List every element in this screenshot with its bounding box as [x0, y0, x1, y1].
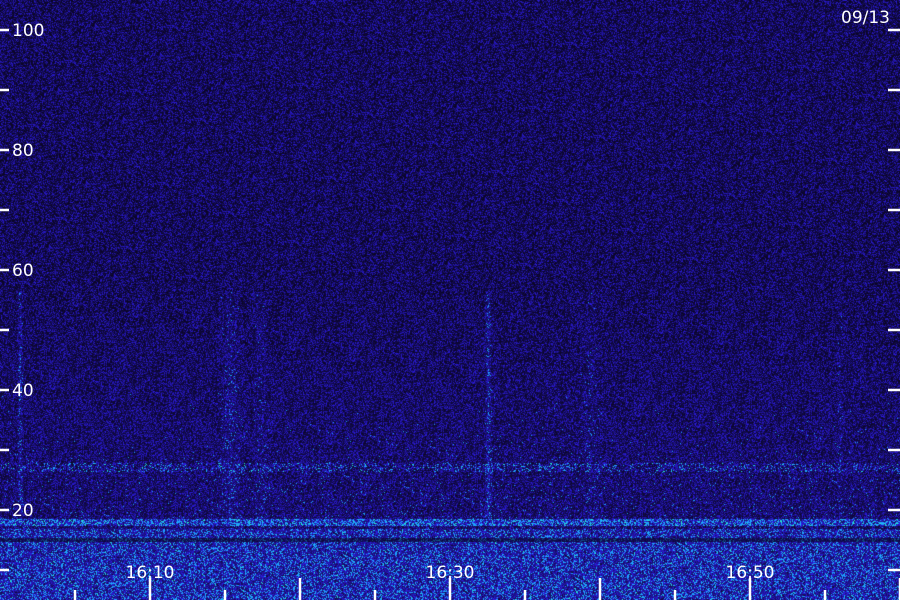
y-tick-label: 20 — [12, 501, 34, 521]
spectrogram-chart: 20 40 60 80 100 16:10 16:30 16:50 09/13 — [0, 0, 900, 600]
y-axis-ticks: 20 40 60 80 100 — [0, 21, 900, 572]
y-tick-label: 100 — [12, 21, 44, 41]
y-tick-label: 80 — [12, 141, 34, 161]
y-tick-label: 60 — [12, 261, 34, 281]
y-tick-label: 40 — [12, 381, 34, 401]
date-label: 09/13 — [841, 8, 890, 28]
x-tick-label: 16:50 — [726, 563, 775, 583]
x-tick-label: 16:30 — [426, 563, 475, 583]
x-tick-label: 16:10 — [126, 563, 175, 583]
axis-overlay: 20 40 60 80 100 16:10 16:30 16:50 09/13 — [0, 8, 900, 600]
x-axis-ticks: 16:10 16:30 16:50 — [73, 563, 900, 600]
